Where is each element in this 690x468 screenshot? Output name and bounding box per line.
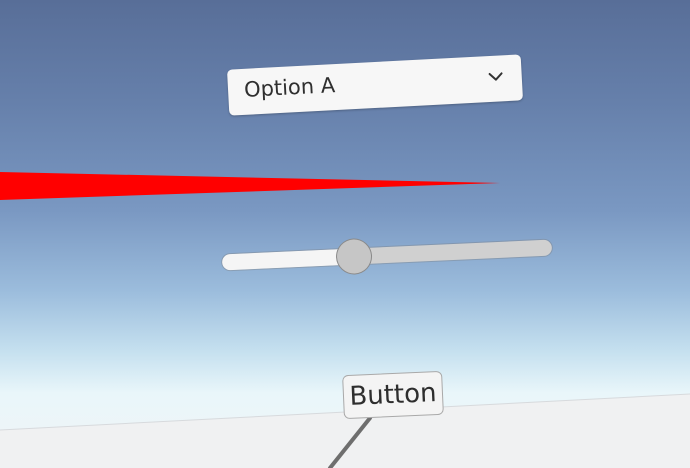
action-button[interactable]: Button (342, 370, 444, 420)
xr-scene: Option A Button (0, 0, 690, 468)
slider-track[interactable] (221, 239, 553, 271)
chevron-down-icon[interactable] (487, 67, 504, 81)
red-laser-pointer (0, 172, 500, 200)
slider-fill (221, 248, 355, 271)
slider-handle[interactable] (336, 238, 372, 275)
dropdown-selected-value: Option A (243, 73, 336, 102)
